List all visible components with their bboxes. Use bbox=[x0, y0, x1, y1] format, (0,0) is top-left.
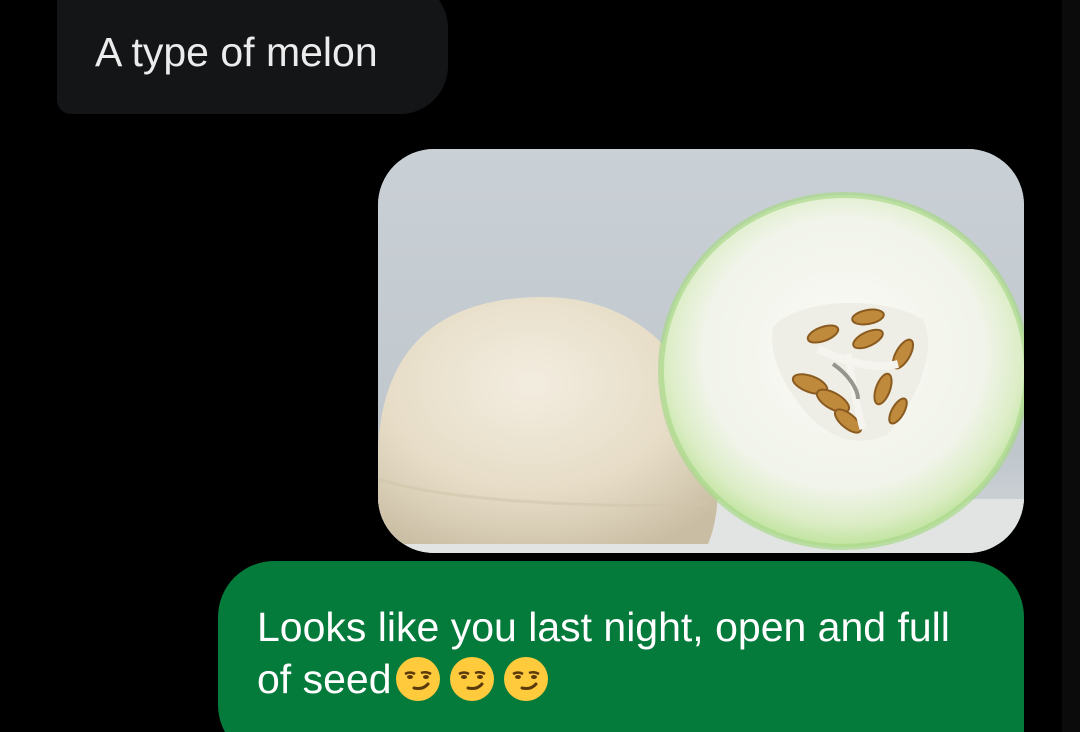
smirking-face-emoji-icon bbox=[503, 657, 548, 701]
scrollbar-track[interactable] bbox=[1062, 0, 1080, 732]
incoming-message-text: A type of melon bbox=[95, 29, 378, 75]
outgoing-image-attachment[interactable] bbox=[378, 149, 1024, 553]
incoming-message-bubble[interactable]: A type of melon bbox=[57, 0, 448, 114]
conversation-screen: A type of melon Looks like you last nigh… bbox=[0, 0, 1080, 732]
melon-photo bbox=[378, 149, 1024, 553]
smirking-face-emoji-icon bbox=[449, 657, 494, 701]
outgoing-message-bubble[interactable]: Looks like you last night, open and full… bbox=[218, 561, 1024, 732]
smirking-face-emoji-icon bbox=[395, 657, 440, 701]
outgoing-message-text: Looks like you last night, open and full… bbox=[257, 604, 950, 702]
